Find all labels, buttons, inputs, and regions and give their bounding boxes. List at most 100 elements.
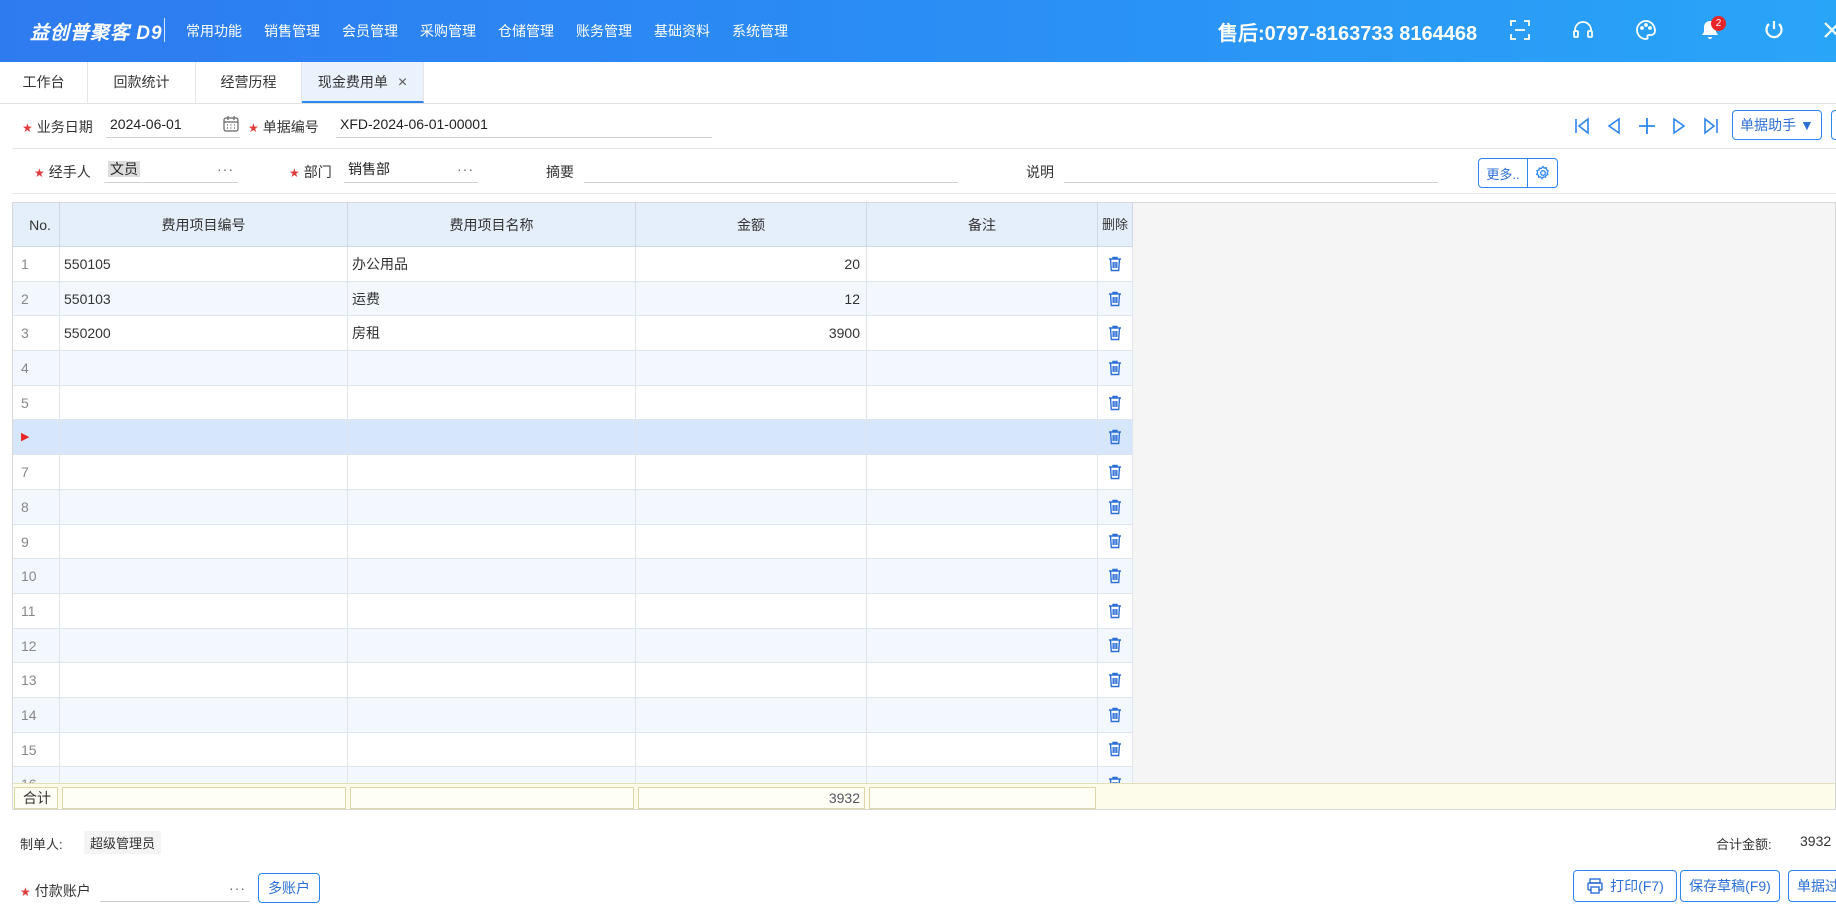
cell-item-code[interactable] — [60, 420, 348, 455]
cell-item-name[interactable] — [348, 420, 636, 455]
last-record-icon[interactable] — [1698, 113, 1724, 139]
cell-amount[interactable] — [636, 455, 867, 489]
delete-row-icon[interactable] — [1098, 697, 1133, 732]
cell-item-code[interactable]: 550105 — [60, 247, 348, 281]
add-record-icon[interactable] — [1634, 113, 1660, 139]
table-row[interactable]: 7 — [13, 455, 1133, 490]
cell-amount[interactable] — [636, 767, 867, 783]
delete-row-icon[interactable] — [1098, 524, 1133, 559]
cell-item-name[interactable] — [348, 524, 636, 559]
cell-note[interactable] — [867, 628, 1098, 663]
nav-members[interactable]: 会员管理 — [342, 21, 398, 41]
cell-item-code[interactable] — [60, 489, 348, 524]
delete-row-icon[interactable] — [1098, 281, 1133, 316]
table-row[interactable]: 1 550105 办公用品 20 — [13, 247, 1133, 282]
delete-row-icon[interactable] — [1098, 247, 1133, 281]
power-icon[interactable] — [1760, 16, 1788, 44]
print-button[interactable]: 打印(F7) — [1573, 870, 1677, 902]
col-item-code[interactable]: 费用项目编号 — [60, 203, 348, 246]
delete-row-icon[interactable] — [1098, 455, 1133, 489]
cell-item-code[interactable]: 550200 — [60, 316, 348, 351]
docno-field[interactable]: XFD-2024-06-01-00001 — [336, 112, 712, 138]
cell-amount[interactable] — [636, 593, 867, 628]
cell-note[interactable] — [867, 489, 1098, 524]
first-record-icon[interactable] — [1569, 113, 1595, 139]
dept-picker-icon[interactable]: ··· — [457, 157, 474, 181]
table-row[interactable]: 4 — [13, 351, 1133, 386]
handler-picker-icon[interactable]: ··· — [217, 157, 234, 181]
cell-item-name[interactable] — [348, 489, 636, 524]
nav-accounts[interactable]: 账务管理 — [576, 21, 632, 41]
cell-amount[interactable] — [636, 628, 867, 663]
cell-item-name[interactable] — [348, 697, 636, 732]
prev-record-icon[interactable] — [1601, 113, 1627, 139]
cell-item-name[interactable]: 办公用品 — [348, 247, 636, 281]
cell-amount[interactable] — [636, 524, 867, 559]
dept-field[interactable]: 销售部 ··· — [344, 157, 478, 183]
palette-icon[interactable] — [1632, 16, 1660, 44]
cell-note[interactable] — [867, 593, 1098, 628]
table-row[interactable]: 13 — [13, 663, 1133, 698]
nav-sales[interactable]: 销售管理 — [264, 21, 320, 41]
cell-item-code[interactable] — [60, 351, 348, 385]
fullscreen-icon[interactable] — [1506, 16, 1534, 44]
col-note[interactable]: 备注 — [867, 203, 1098, 246]
next-record-icon[interactable] — [1666, 113, 1692, 139]
table-row[interactable]: 8 — [13, 489, 1133, 525]
cell-note[interactable] — [867, 351, 1098, 385]
cell-note[interactable] — [867, 420, 1098, 455]
col-amount[interactable]: 金额 — [636, 203, 867, 246]
cell-item-code[interactable] — [60, 385, 348, 420]
tab-close-icon[interactable]: × — [398, 74, 407, 91]
cell-amount[interactable]: 3900 — [636, 316, 867, 351]
cell-item-code[interactable] — [60, 593, 348, 628]
cell-item-name[interactable]: 运费 — [348, 281, 636, 316]
cell-amount[interactable] — [636, 385, 867, 420]
date-field[interactable]: 2024-06-01 — [106, 112, 240, 138]
delete-row-icon[interactable] — [1098, 316, 1133, 351]
delete-row-icon[interactable] — [1098, 559, 1133, 593]
close-icon[interactable] — [1818, 16, 1836, 44]
cell-item-code[interactable] — [60, 628, 348, 663]
account-picker-icon[interactable]: ··· — [229, 876, 246, 900]
cell-note[interactable] — [867, 281, 1098, 316]
table-row[interactable]: 9 — [13, 524, 1133, 560]
cell-amount[interactable]: 20 — [636, 247, 867, 281]
delete-row-icon[interactable] — [1098, 385, 1133, 420]
tab-collection-stats[interactable]: 回款统计 — [88, 62, 196, 103]
cell-item-code[interactable] — [60, 767, 348, 783]
cell-note[interactable] — [867, 455, 1098, 489]
calendar-icon[interactable] — [222, 115, 240, 140]
doc-assistant-button[interactable]: 单据助手 ▼ — [1732, 110, 1822, 140]
table-row[interactable]: 14 — [13, 697, 1133, 733]
cell-amount[interactable] — [636, 732, 867, 767]
multi-account-button[interactable]: 多账户 — [258, 873, 320, 903]
delete-row-icon[interactable] — [1098, 593, 1133, 628]
cell-amount[interactable] — [636, 559, 867, 593]
account-field[interactable]: ··· — [100, 876, 250, 902]
delete-row-icon[interactable] — [1098, 767, 1133, 783]
tab-workbench[interactable]: 工作台 — [0, 62, 88, 103]
table-row[interactable]: 12 — [13, 628, 1133, 664]
cell-item-name[interactable] — [348, 663, 636, 697]
col-item-name[interactable]: 费用项目名称 — [348, 203, 636, 246]
bell-icon[interactable]: 2 — [1696, 16, 1726, 44]
cell-item-code[interactable]: 550103 — [60, 281, 348, 316]
table-row[interactable]: 10 — [13, 559, 1133, 594]
cell-note[interactable] — [867, 247, 1098, 281]
cell-item-name[interactable] — [348, 767, 636, 783]
col-no[interactable]: No. — [13, 203, 60, 246]
cell-item-name[interactable] — [348, 628, 636, 663]
tab-business-history[interactable]: 经营历程 — [196, 62, 302, 103]
headset-icon[interactable] — [1569, 16, 1597, 44]
summary-input[interactable] — [584, 157, 958, 183]
cell-item-code[interactable] — [60, 697, 348, 732]
cell-item-code[interactable] — [60, 732, 348, 767]
delete-row-icon[interactable] — [1098, 420, 1133, 455]
table-row[interactable]: 11 — [13, 593, 1133, 629]
cell-item-name[interactable] — [348, 732, 636, 767]
nav-basic-data[interactable]: 基础资料 — [654, 21, 710, 41]
cell-note[interactable] — [867, 385, 1098, 420]
cell-amount[interactable] — [636, 351, 867, 385]
extra-toolbar-button[interactable] — [1831, 110, 1836, 140]
